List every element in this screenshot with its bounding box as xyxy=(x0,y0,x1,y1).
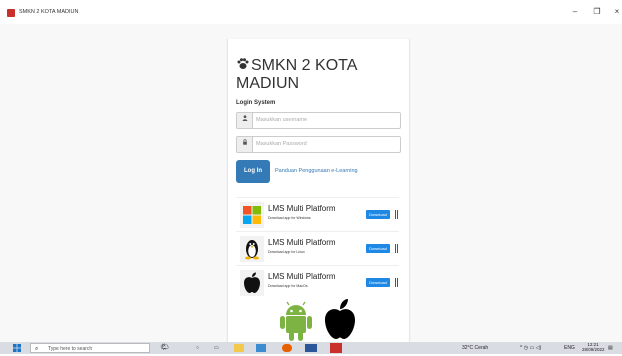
task-view-icon[interactable]: ○ xyxy=(196,343,199,353)
download-title: LMS Multi Platform xyxy=(268,204,336,213)
download-title: LMS Multi Platform xyxy=(268,238,336,247)
paw-icon xyxy=(236,57,249,75)
login-subtitle: Login System xyxy=(236,100,276,106)
login-button[interactable]: Log In xyxy=(236,160,270,183)
linux-icon xyxy=(240,236,264,262)
window-titlebar: SMKN 2 KOTA MADIUN – ❐ × xyxy=(0,0,622,24)
brand-text: SMKN 2 KOTA MADIUN xyxy=(236,57,357,92)
window-title: SMKN 2 KOTA MADIUN xyxy=(19,9,79,15)
download-subtitle: Download app for Linux xyxy=(268,250,305,254)
password-field[interactable] xyxy=(236,136,401,153)
windows-icon xyxy=(240,202,264,228)
login-card: SMKN 2 KOTA MADIUN Login System Log In P… xyxy=(227,39,410,342)
taskbar: ⌕ Type here to search 🌤 ○ ▭ 32°C Cerah ^… xyxy=(0,342,622,354)
file-explorer-icon[interactable] xyxy=(234,344,244,352)
clock[interactable]: 12:21 28/09/2022 xyxy=(582,342,605,352)
username-input[interactable] xyxy=(256,115,394,125)
language-indicator[interactable]: ENG xyxy=(564,343,575,353)
taskbar-app-icon[interactable] xyxy=(256,344,266,352)
download-button-windows[interactable]: Download xyxy=(366,210,390,219)
search-placeholder: Type here to search xyxy=(48,346,93,352)
password-input[interactable] xyxy=(256,139,394,149)
word-icon[interactable] xyxy=(305,344,317,352)
widgets-icon[interactable]: ▭ xyxy=(214,343,219,353)
taskbar-search[interactable]: ⌕ Type here to search xyxy=(30,343,150,353)
download-row-linux: LMS Multi Platform Download app for Linu… xyxy=(236,231,399,266)
weather-text[interactable]: 32°C Cerah xyxy=(462,343,488,353)
apple-icon xyxy=(240,270,264,296)
grip-icon xyxy=(395,244,398,253)
clock-date: 28/09/2022 xyxy=(582,347,605,352)
guide-link[interactable]: Panduan Penggunaan e-Learning xyxy=(275,168,358,174)
active-app-icon[interactable] xyxy=(330,343,342,353)
download-button-macos[interactable]: Download xyxy=(366,278,390,287)
user-icon xyxy=(237,113,253,128)
download-title: LMS Multi Platform xyxy=(268,272,336,281)
lock-icon xyxy=(237,137,253,152)
grip-icon xyxy=(395,278,398,287)
download-subtitle: Download app for Windows xyxy=(268,216,311,220)
search-icon: ⌕ xyxy=(35,346,39,352)
firefox-icon[interactable] xyxy=(282,344,292,352)
apple-logo-icon xyxy=(322,297,358,341)
grip-icon xyxy=(395,210,398,219)
start-button[interactable] xyxy=(8,343,26,353)
close-button[interactable]: × xyxy=(610,6,622,18)
app-icon xyxy=(7,9,15,17)
weather-widget-icon[interactable]: 🌤 xyxy=(160,343,182,353)
username-field[interactable] xyxy=(236,112,401,129)
maximize-button[interactable]: ❐ xyxy=(590,6,604,18)
download-row-windows: LMS Multi Platform Download app for Wind… xyxy=(236,197,399,232)
android-icon xyxy=(278,301,314,342)
download-subtitle: Download app for MacOs xyxy=(268,284,308,288)
minimize-button[interactable]: – xyxy=(568,6,582,18)
page: SMKN 2 KOTA MADIUN Login System Log In P… xyxy=(0,24,622,342)
download-button-linux[interactable]: Download xyxy=(366,244,390,253)
brand-title: SMKN 2 KOTA MADIUN xyxy=(236,57,406,93)
tray-icons[interactable]: ^ ◷ ▭ ◁) xyxy=(520,343,541,353)
download-row-macos: LMS Multi Platform Download app for MacO… xyxy=(236,265,399,300)
notification-icon[interactable]: ▤ xyxy=(608,343,613,353)
